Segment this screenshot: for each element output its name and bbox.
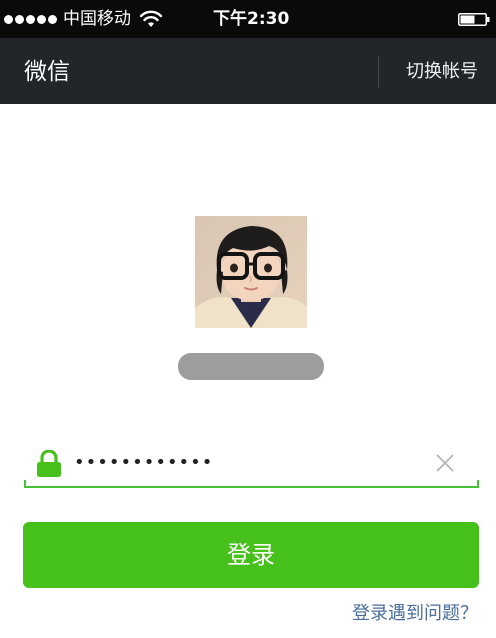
nav-divider (378, 56, 379, 88)
status-time: 下午2:30 (213, 9, 290, 29)
login-button[interactable]: 登录 (23, 522, 479, 588)
lock-icon (37, 450, 61, 477)
nav-bar: 微信 切换帐号 (0, 38, 496, 104)
switch-account-button[interactable]: 切换帐号 (406, 60, 478, 84)
carrier-name: 中国移动 (63, 9, 131, 29)
battery-icon (458, 13, 490, 26)
status-bar: 中国移动 下午2:30 (0, 0, 496, 38)
wifi-icon (139, 10, 163, 27)
page-title: 微信 (24, 59, 70, 85)
signal-icon (4, 14, 57, 24)
close-icon[interactable] (434, 452, 456, 474)
user-avatar (195, 216, 307, 328)
password-input[interactable]: •••••••••••• (74, 448, 414, 478)
username-redacted (178, 353, 324, 380)
login-help-link[interactable]: 登录遇到问题？ (352, 600, 478, 628)
password-row: •••••••••••• (24, 440, 479, 488)
avatar-photo-icon (195, 216, 307, 328)
status-left: 中国移动 (4, 9, 163, 29)
